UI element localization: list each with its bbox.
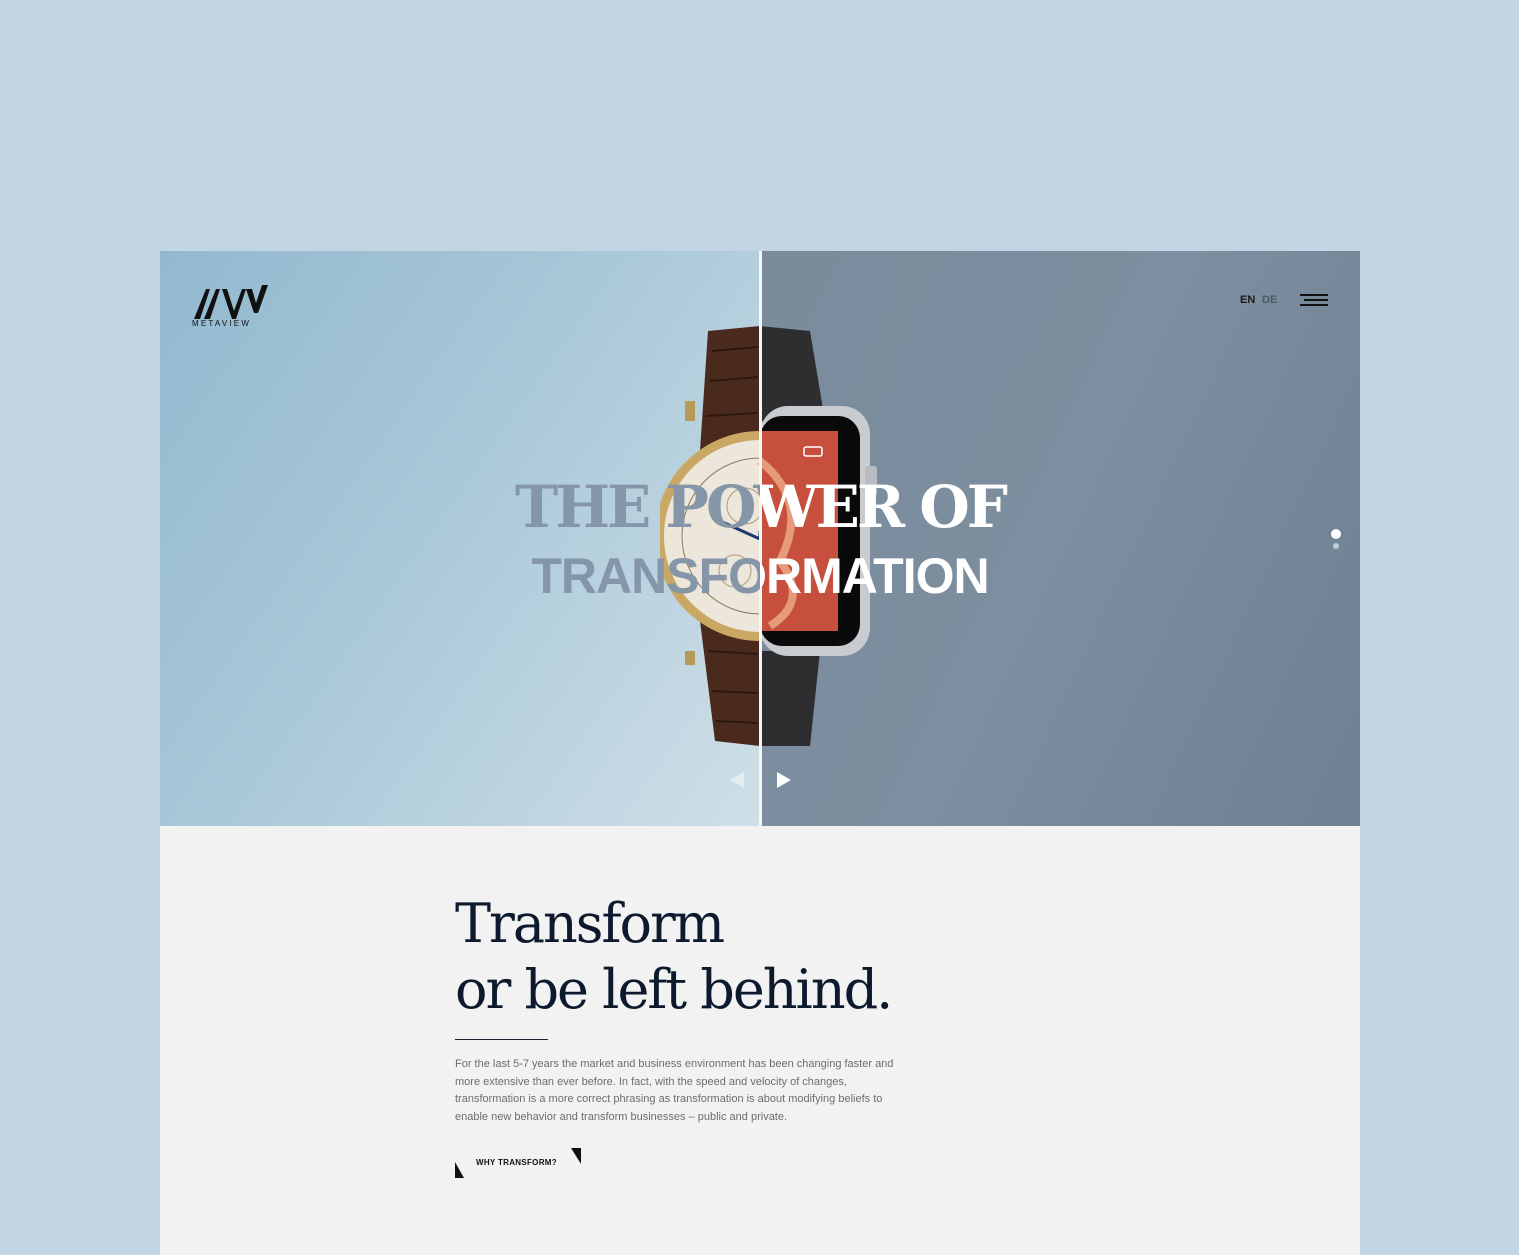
headline-line1: THE POWER OF: [760, 473, 1008, 541]
why-transform-label: WHY TRANSFORM?: [476, 1158, 557, 1167]
intro-heading: Transform or be left behind.: [455, 891, 1015, 1023]
corner-bottom-left-icon: [455, 1162, 464, 1178]
corner-top-right-icon: [571, 1148, 581, 1164]
hero-slider: METAVIEW EN DE THE POWER OF TRANSFORMATI…: [160, 251, 1360, 826]
hero-headline: THE POWER OF TRANSFORMATION THE POWER OF…: [160, 251, 1360, 826]
slide-dot-icon[interactable]: [1333, 543, 1339, 549]
intro-heading-line1: Transform: [455, 892, 725, 955]
why-transform-button[interactable]: WHY TRANSFORM?: [455, 1148, 585, 1182]
slide-dot-icon[interactable]: [1331, 529, 1341, 539]
next-arrow-icon[interactable]: [775, 771, 793, 789]
headline-line2: TRANSFORMATION: [760, 548, 990, 604]
heading-divider: [455, 1039, 548, 1040]
intro-paragraph: For the last 5-7 years the market and bu…: [455, 1058, 894, 1123]
page: METAVIEW EN DE THE POWER OF TRANSFORMATI…: [160, 251, 1360, 1255]
prev-arrow-icon[interactable]: [728, 771, 746, 789]
headline-right-half: THE POWER OF TRANSFORMATION: [760, 251, 1360, 826]
headline-left-half: THE POWER OF TRANSFORMATION: [160, 251, 760, 826]
intro-heading-line2: or be left behind.: [455, 958, 893, 1021]
headline-line1: THE POWER OF: [515, 473, 760, 541]
headline-line2: TRANSFORMATION: [531, 548, 760, 604]
